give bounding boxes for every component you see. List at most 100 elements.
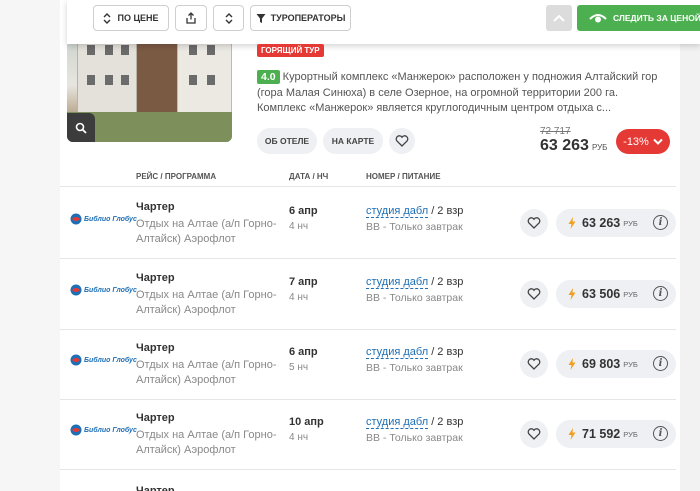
globe-logo-icon [70, 213, 82, 225]
guests-count: / 2 взр [428, 276, 464, 288]
column-header-room: НОМЕР / ПИТАНИЕ [366, 172, 441, 181]
heart-icon [527, 358, 541, 370]
offer-price-value: 63 263 [582, 216, 621, 230]
discount-value: -13% [623, 135, 649, 148]
operator-logo-text: Библио Глобус [84, 286, 137, 294]
lightning-icon [568, 428, 576, 440]
room-type-link[interactable]: студия дабл [366, 276, 429, 289]
operator-logo: Библио Глобус [70, 424, 137, 436]
meal-plan: BB - Только завтрак [366, 292, 463, 304]
lightning-icon [568, 288, 576, 300]
info-icon[interactable]: i [653, 215, 668, 230]
globe-logo-icon [70, 284, 82, 296]
room-type-link[interactable]: студия дабл [366, 416, 429, 429]
discount-dropdown[interactable]: -13% [616, 129, 670, 154]
offer-currency: РУБ [623, 218, 638, 228]
offer-price-button[interactable]: 69 803 РУБ i [556, 350, 676, 378]
offer-row: Библио Глобус Чартер Отдых на Алтае (а/п Г… [60, 188, 676, 258]
offer-currency: РУБ [623, 359, 638, 369]
right-margin [680, 0, 700, 491]
scroll-up-button[interactable] [546, 5, 572, 31]
flight-type: Чартер [136, 342, 175, 354]
flight-type: Чартер [136, 272, 175, 284]
left-margin [0, 0, 60, 491]
about-hotel-button[interactable]: ОБ ОТЕЛЕ [257, 128, 317, 154]
follow-price-button[interactable]: СЛЕДИТЬ ЗА ЦЕНОЙ [577, 5, 700, 31]
info-icon[interactable]: i [653, 426, 668, 441]
room-info: студия дабл / 2 взр [366, 346, 464, 359]
currency-label: РУБ [591, 143, 608, 152]
offer-price-button[interactable]: 71 592 РУБ i [556, 420, 676, 448]
lightning-icon [568, 217, 576, 229]
heart-icon [395, 135, 409, 147]
offer-price-value: 71 592 [582, 427, 621, 441]
info-icon[interactable]: i [653, 286, 668, 301]
flight-route: Отдых на Алтае (а/п Горно-Алтайск) Аэроф… [136, 359, 277, 386]
favorite-offer-button[interactable] [520, 420, 548, 448]
favorite-hotel-button[interactable] [389, 128, 415, 154]
departure-date: 6 апр [289, 346, 318, 358]
old-price: 72 717 [540, 126, 571, 137]
meal-plan: BB - Только завтрак [366, 432, 463, 444]
flight-route: Отдых на Алтае (а/п Горно-Алтайск) Аэроф… [136, 218, 277, 245]
favorite-offer-button[interactable] [520, 209, 548, 237]
meal-plan: BB - Только завтрак [366, 221, 463, 233]
partial-row-type: Чартер [136, 485, 175, 491]
operator-logo-text: Библио Глобус [84, 426, 137, 434]
lightning-icon [568, 358, 576, 370]
offer-row: Библио Глобус Чартер Отдых на Алтае (а/п Г… [60, 259, 676, 329]
room-type-link[interactable]: студия дабл [366, 205, 429, 218]
favorite-offer-button[interactable] [520, 350, 548, 378]
sort-arrows-icon [103, 12, 111, 24]
sort-direction-button[interactable] [213, 5, 244, 31]
sort-arrows-icon [225, 12, 232, 24]
offer-row: Библио Глобус Чартер Отдых на Алтае (а/п Г… [60, 399, 676, 469]
hotel-description: 4.0 Курортный комплекс «Манжерок» распол… [257, 70, 667, 117]
share-icon [186, 12, 196, 24]
operator-logo-text: Библио Глобус [84, 215, 137, 223]
rating-badge: 4.0 [257, 70, 280, 84]
hot-tour-badge: ГОРЯЩИЙ ТУР [257, 44, 324, 57]
departure-date: 6 апр [289, 205, 318, 217]
price-value: 63 263 [540, 137, 589, 154]
offer-price-value: 69 803 [582, 357, 621, 371]
heart-icon [527, 217, 541, 229]
offer-price-value: 63 506 [582, 287, 621, 301]
follow-label: СЛЕДИТЬ ЗА ЦЕНОЙ [613, 13, 700, 23]
eye-icon [589, 13, 607, 22]
heart-icon [527, 428, 541, 440]
share-button[interactable] [175, 5, 207, 31]
offer-price-button[interactable]: 63 506 РУБ i [556, 280, 676, 308]
guests-count: / 2 взр [428, 346, 464, 358]
sort-label: ПО ЦЕНЕ [117, 13, 159, 23]
on-map-button[interactable]: НА КАРТЕ [323, 128, 383, 154]
offer-price-button[interactable]: 63 263 РУБ i [556, 209, 676, 237]
operator-logo: Библио Глобус [70, 213, 137, 225]
guests-count: / 2 взр [428, 205, 464, 217]
room-type-link[interactable]: студия дабл [366, 346, 429, 359]
favorite-offer-button[interactable] [520, 280, 548, 308]
sticky-toolbar: ПО ЦЕНЕ ТУРОПЕРАТОРЫ СЛЕДИТЬ ЗА ЦЕНОЙ [67, 0, 700, 44]
departure-date: 7 апр [289, 276, 318, 288]
heart-icon [527, 288, 541, 300]
room-info: студия дабл / 2 взр [366, 205, 464, 218]
divider [60, 186, 676, 187]
flight-route: Отдых на Алтае (а/п Горно-Алтайск) Аэроф… [136, 289, 277, 316]
tour-operators-filter-button[interactable]: ТУРОПЕРАТОРЫ [250, 5, 351, 31]
row-divider [60, 469, 676, 470]
guests-count: / 2 взр [428, 416, 464, 428]
flight-route: Отдых на Алтае (а/п Горно-Алтайск) Аэроф… [136, 429, 277, 456]
flight-type: Чартер [136, 201, 175, 213]
offer-currency: РУБ [623, 429, 638, 439]
sort-by-price-button[interactable]: ПО ЦЕНЕ [93, 5, 169, 31]
operator-logo: Библио Глобус [70, 354, 137, 366]
nights-count: 4 нч [289, 432, 309, 443]
chevron-down-icon [653, 138, 663, 145]
offer-row: Библио Глобус Чартер Отдых на Алтае (а/п Г… [60, 329, 676, 399]
operators-label: ТУРОПЕРАТОРЫ [270, 13, 346, 23]
info-icon[interactable]: i [653, 356, 668, 371]
current-price: 63 263 РУБ [540, 137, 607, 155]
filter-icon [256, 13, 266, 23]
zoom-photo-button[interactable] [67, 113, 95, 142]
search-icon [75, 122, 87, 134]
